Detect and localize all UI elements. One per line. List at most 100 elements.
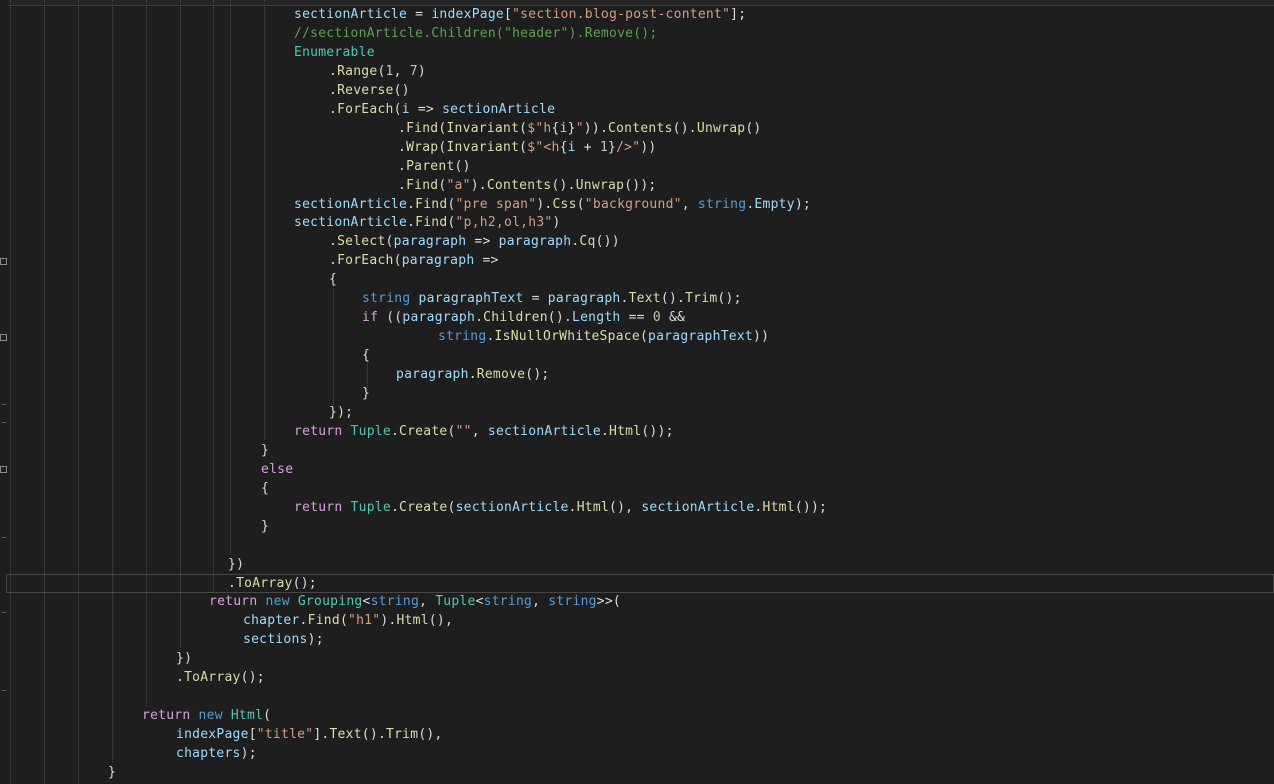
code-token: ToArray [184, 670, 241, 686]
code-line[interactable]: string paragraphText = paragraph.Text().… [362, 289, 742, 308]
code-token: . [329, 253, 338, 269]
code-line[interactable]: } [108, 763, 116, 782]
code-line[interactable]: sections); [243, 630, 324, 649]
outline-tick [2, 422, 6, 423]
code-token: (), [609, 499, 642, 515]
code-token: { [362, 348, 371, 364]
code-token: . [329, 82, 338, 98]
code-line[interactable]: chapter.Find("h1").Html(), [243, 611, 453, 630]
code-line[interactable]: .Reverse() [329, 81, 410, 100]
code-line[interactable]: .ForEach(i => sectionArticle [329, 100, 555, 119]
code-token: "title" [256, 727, 314, 743]
code-token: Contents [486, 177, 552, 193]
code-token: ( [393, 253, 402, 269]
code-line[interactable]: .ToArray(); [228, 574, 317, 593]
code-line[interactable]: .ToArray(); [176, 668, 265, 687]
code-token: string [697, 196, 747, 212]
code-line[interactable]: string.IsNullOrWhiteSpace(paragraphText)… [438, 327, 769, 346]
code-token: "h1" [348, 613, 381, 629]
code-token: [ [248, 727, 257, 743]
code-line[interactable]: .Find("a").Contents().Unwrap()); [398, 176, 657, 195]
code-token: (). [361, 727, 387, 743]
code-token: ( [393, 101, 402, 117]
code-token: . [398, 177, 407, 193]
code-line[interactable]: sectionArticle = indexPage["section.blog… [294, 5, 746, 24]
code-token: Unwrap [575, 177, 625, 193]
code-line[interactable]: }) [228, 555, 244, 574]
code-line[interactable]: Enumerable [294, 43, 375, 62]
code-line[interactable]: .Find(Invariant($"h{i}")).Contents().Unw… [398, 119, 762, 138]
code-token: }); [329, 404, 354, 420]
code-editor[interactable]: sectionArticle = indexPage["section.blog… [0, 0, 1274, 784]
code-line[interactable]: indexPage["title"].Text().Trim(), [176, 725, 443, 744]
code-token: //sectionArticle.Children("header").Remo… [294, 25, 658, 41]
code-token: } [261, 518, 270, 534]
code-line[interactable]: { [329, 270, 337, 289]
code-token: . [568, 499, 577, 515]
code-token: >>( [596, 594, 621, 610]
code-token: { [559, 139, 568, 155]
code-token: Find [307, 613, 340, 629]
code-token: "a" [446, 177, 471, 193]
code-token: ); [794, 196, 811, 212]
code-line[interactable]: chapters); [176, 744, 257, 763]
outline-tick [2, 612, 6, 613]
code-token: < [475, 594, 484, 610]
code-token: ). [536, 196, 553, 212]
collapse-toggle-icon[interactable] [0, 258, 7, 265]
code-line[interactable]: return new Html( [142, 706, 271, 725]
code-line[interactable]: //sectionArticle.Children("header").Remo… [294, 24, 657, 43]
code-token: = [523, 291, 548, 307]
code-token: new [198, 708, 223, 724]
code-token: (). [551, 177, 576, 193]
code-line[interactable]: }); [329, 403, 353, 422]
code-line[interactable]: } [261, 441, 269, 460]
code-token: Wrap [406, 139, 439, 155]
code-line[interactable]: else [261, 460, 293, 479]
code-line[interactable]: sectionArticle.Find("pre span").Css("bac… [294, 195, 811, 214]
code-token: () [745, 120, 762, 136]
code-token: Trim [386, 727, 419, 743]
code-token: "background" [584, 196, 682, 212]
code-token: ( [576, 196, 585, 212]
code-token: (( [378, 310, 403, 326]
code-line[interactable]: return Tuple.Create(sectionArticle.Html(… [294, 498, 827, 517]
code-line[interactable]: } [261, 517, 269, 536]
code-token: 1 [385, 63, 394, 79]
code-line[interactable]: } [362, 384, 370, 403]
code-token: Css [552, 196, 577, 212]
code-token: Grouping [297, 594, 363, 610]
code-token: return [294, 499, 343, 515]
code-token: chapters [176, 746, 241, 762]
code-line[interactable]: return Tuple.Create("", sectionArticle.H… [294, 422, 674, 441]
code-token: ForEach [337, 101, 394, 117]
collapse-toggle-icon[interactable] [0, 466, 7, 473]
code-line[interactable]: .Parent() [398, 157, 471, 176]
code-token: paragraph [401, 253, 475, 269]
code-token: Html [396, 613, 429, 629]
code-line[interactable]: { [261, 479, 269, 498]
code-token: Remove [476, 367, 526, 383]
code-token: Empty [754, 196, 795, 212]
code-line[interactable]: }) [176, 649, 192, 668]
code-token: . [754, 499, 763, 515]
code-token: . [176, 670, 185, 686]
collapse-toggle-icon[interactable] [0, 334, 7, 341]
code-token: sectionArticle [442, 101, 556, 117]
code-token: 0 [652, 310, 661, 326]
code-line[interactable]: sectionArticle.Find("p,h2,ol,h3") [294, 213, 561, 232]
code-line[interactable]: .Select(paragraph => paragraph.Cq()) [329, 232, 620, 251]
code-line[interactable]: .Wrap(Invariant($"<h{i + 1}/>")) [398, 138, 657, 157]
code-token: new [265, 594, 290, 610]
code-line[interactable]: { [362, 346, 370, 365]
code-line[interactable]: paragraph.Remove(); [396, 365, 549, 384]
code-line[interactable]: .Range(1, 7) [329, 62, 426, 81]
code-line[interactable]: return new Grouping<string, Tuple<string… [209, 592, 621, 611]
code-token: ]; [730, 7, 747, 22]
code-line[interactable]: if ((paragraph.Children().Length == 0 && [362, 308, 685, 327]
code-line[interactable]: .ForEach(paragraph => [329, 251, 499, 270]
code-token: () [393, 82, 410, 98]
code-token: ( [385, 234, 394, 250]
